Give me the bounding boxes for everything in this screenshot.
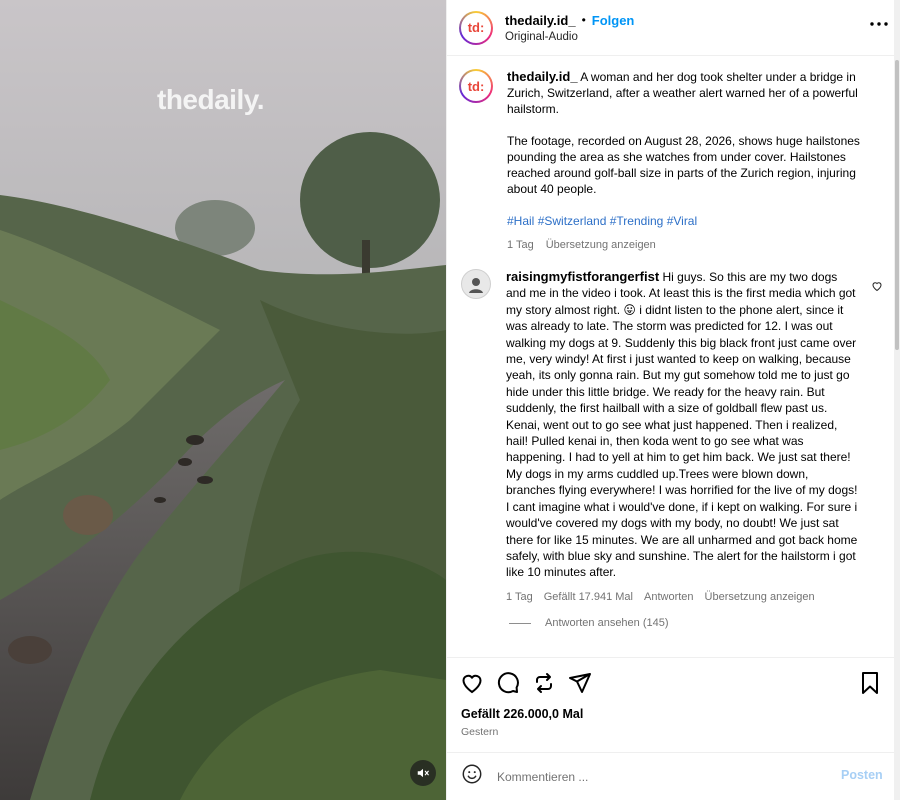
caption-username[interactable]: thedaily.id_ xyxy=(507,69,578,84)
comments-list[interactable]: td: thedaily.id_ A woman and her dog too… xyxy=(447,57,895,657)
replies-divider xyxy=(509,622,531,624)
comment-text: Hi guys. So this are my two dogs and me … xyxy=(506,270,858,580)
follow-button[interactable]: Folgen xyxy=(592,13,635,28)
commenter-avatar[interactable] xyxy=(461,269,491,299)
commenter-username[interactable]: raisingmyfistforangerfist xyxy=(506,269,659,284)
more-options-icon[interactable] xyxy=(867,12,891,36)
username-link[interactable]: thedaily.id_ xyxy=(505,13,576,28)
scrollbar-thumb[interactable] xyxy=(895,60,899,350)
hashtag-link[interactable]: #Trending xyxy=(610,214,664,228)
translate-button[interactable]: Übersetzung anzeigen xyxy=(546,237,656,253)
audio-label[interactable]: Original-Audio xyxy=(505,31,634,43)
speaker-muted-icon[interactable] xyxy=(410,760,436,786)
hashtag-link[interactable]: #Hail xyxy=(507,214,534,228)
heart-icon[interactable] xyxy=(459,670,485,696)
action-bar xyxy=(447,657,895,709)
comment-likes[interactable]: Gefällt 17.941 Mal xyxy=(544,589,633,605)
comment-like-icon[interactable] xyxy=(871,279,883,297)
reply-button[interactable]: Antworten xyxy=(644,589,694,605)
emoji-icon[interactable] xyxy=(461,763,483,790)
video-frame xyxy=(0,0,446,800)
bookmark-icon[interactable] xyxy=(857,670,883,696)
view-replies-button[interactable]: Antworten ansehen (145) xyxy=(509,617,669,629)
repost-icon[interactable] xyxy=(531,670,557,696)
separator-dot: • xyxy=(581,13,586,27)
post-header: td: thedaily.id_ • Folgen Original-Audio xyxy=(447,0,895,56)
caption-time[interactable]: 1 Tag xyxy=(507,237,534,253)
post-date[interactable]: Gestern xyxy=(461,726,498,738)
post-button[interactable]: Posten xyxy=(841,768,883,782)
post-panel: td: thedaily.id_ • Folgen Original-Audio… xyxy=(446,0,895,800)
hashtag-link[interactable]: #Viral xyxy=(667,214,697,228)
post-caption: td: thedaily.id_ A woman and her dog too… xyxy=(459,69,865,253)
comment-composer: Posten xyxy=(447,752,895,800)
avatar[interactable]: td: xyxy=(459,10,493,45)
caption-text-2: The footage, recorded on August 28, 2026… xyxy=(507,134,860,196)
comment-item: raisingmyfistforangerfist Hi guys. So th… xyxy=(461,269,858,605)
likes-count[interactable]: Gefällt 226.000,0 Mal xyxy=(461,707,583,721)
video-player[interactable]: thedaily. xyxy=(0,0,446,800)
comment-translate-button[interactable]: Übersetzung anzeigen xyxy=(705,589,815,605)
comment-time[interactable]: 1 Tag xyxy=(506,589,533,605)
comment-bubble-icon[interactable] xyxy=(495,670,521,696)
watermark: thedaily. xyxy=(157,84,265,115)
caption-avatar[interactable]: td: xyxy=(459,69,493,103)
comment-input[interactable] xyxy=(497,769,817,784)
hashtag-link[interactable]: #Switzerland xyxy=(538,214,607,228)
send-icon[interactable] xyxy=(567,670,593,696)
